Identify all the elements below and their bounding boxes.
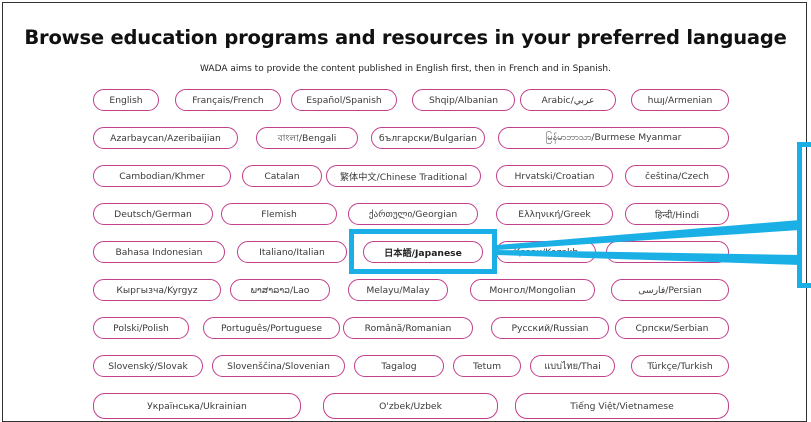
language-french-button[interactable]: Français/French bbox=[175, 89, 281, 111]
language-ukrainian-button[interactable]: Українська/Ukrainian bbox=[93, 393, 301, 419]
language-burmese-button[interactable]: မြန်မာဘာသာ/Burmese Myanmar bbox=[498, 127, 729, 149]
language-kyrgyz-button[interactable]: Кыргызча/Kyrgyz bbox=[93, 279, 221, 301]
language-spanish-button[interactable]: Español/Spanish bbox=[291, 89, 397, 111]
language-serbian-button[interactable]: Српски/Serbian bbox=[615, 317, 729, 339]
language-romanian-button[interactable]: Română/Romanian bbox=[343, 317, 473, 339]
language-croatian-button[interactable]: Hrvatski/Croatian bbox=[496, 165, 613, 187]
language-bulgarian-button[interactable]: български/Bulgarian bbox=[371, 127, 485, 149]
language-english-button[interactable]: English bbox=[93, 89, 159, 111]
language-indonesian-button[interactable]: Bahasa Indonesian bbox=[93, 241, 225, 263]
language-tagalog-button[interactable]: Tagalog bbox=[354, 355, 444, 377]
language-persian-button[interactable]: فارسی/Persian bbox=[611, 279, 729, 301]
language-catalan-button[interactable]: Catalan bbox=[242, 165, 322, 187]
highlight-box bbox=[349, 229, 497, 274]
language-chinese-traditional-button[interactable]: 繁体中文/Chinese Traditional bbox=[326, 165, 481, 187]
language-armenian-button[interactable]: հայ/Armenian bbox=[631, 89, 729, 111]
language-malay-button[interactable]: Melayu/Malay bbox=[348, 279, 448, 301]
language-russian-button[interactable]: Русский/Russian bbox=[491, 317, 609, 339]
language-hindi-button[interactable]: हिन्दी/Hindi bbox=[625, 203, 729, 225]
language-azerbaijani-button[interactable]: Azarbaycan/Azeribaijian bbox=[93, 127, 238, 149]
language-flemish-button[interactable]: Flemish bbox=[221, 203, 337, 225]
language-cambodian-button[interactable]: Cambodian/Khmer bbox=[93, 165, 231, 187]
language-bengali-button[interactable]: বাংলা/Bengali bbox=[256, 127, 358, 149]
language-lao-button[interactable]: ພາສາລາວ/Lao bbox=[230, 279, 330, 301]
language-grid: English Français/French Español/Spanish … bbox=[0, 0, 811, 419]
language-czech-button[interactable]: čeština/Czech bbox=[625, 165, 729, 187]
language-mongolian-button[interactable]: Монгол/Mongolian bbox=[470, 279, 595, 301]
language-greek-button[interactable]: Ελληνική/Greek bbox=[496, 203, 613, 225]
language-german-button[interactable]: Deutsch/German bbox=[93, 203, 213, 225]
language-portuguese-button[interactable]: Português/Portuguese bbox=[203, 317, 340, 339]
language-vietnamese-button[interactable]: Tiếng Việt/Vietnamese bbox=[515, 393, 729, 419]
language-polish-button[interactable]: Polski/Polish bbox=[93, 317, 189, 339]
language-georgian-button[interactable]: ქართული/Georgian bbox=[348, 203, 478, 225]
callout-box bbox=[797, 142, 811, 288]
language-blank-button[interactable] bbox=[606, 241, 729, 263]
language-italian-button[interactable]: Italiano/Italian bbox=[237, 241, 347, 263]
language-thai-button[interactable]: แบบไทย/Thai bbox=[530, 355, 615, 377]
language-arabic-button[interactable]: Arabic/عربي bbox=[520, 89, 616, 111]
language-albanian-button[interactable]: Shqip/Albanian bbox=[412, 89, 515, 111]
language-slovak-button[interactable]: Slovenský/Slovak bbox=[93, 355, 203, 377]
language-slovenian-button[interactable]: Slovenščina/Slovenian bbox=[212, 355, 345, 377]
language-uzbek-button[interactable]: O'zbek/Uzbek bbox=[323, 393, 498, 419]
language-kazakh-button[interactable]: Қазақ/Kazakh bbox=[496, 241, 596, 263]
language-tetum-button[interactable]: Tetum bbox=[453, 355, 521, 377]
language-turkish-button[interactable]: Türkçe/Turkish bbox=[631, 355, 729, 377]
